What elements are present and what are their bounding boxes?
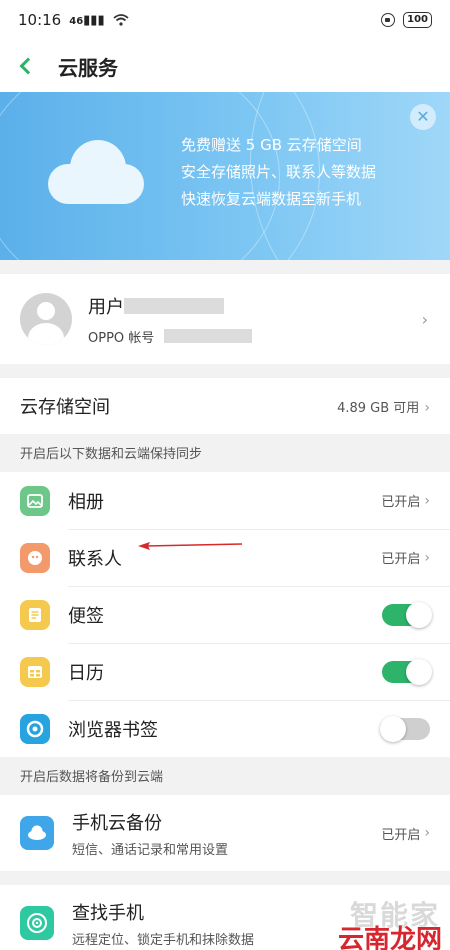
backup-status: 已开启 (381, 827, 421, 843)
close-icon[interactable]: ✕ (410, 104, 436, 130)
bookmarks-toggle[interactable] (380, 715, 430, 742)
notes-icon (20, 599, 50, 630)
calendar-icon (20, 656, 50, 687)
status-time: 10:16 (18, 11, 62, 29)
contacts-icon (20, 542, 50, 573)
account-row[interactable]: 用户 OPPO 帐号 › (0, 274, 450, 364)
storage-label: 云存储空间 (20, 397, 110, 418)
phone-backup-row[interactable]: 手机云备份 短信、通话记录和常用设置 已开启 › (0, 795, 450, 871)
sync-item-contacts[interactable]: 联系人 已开启 › (0, 529, 450, 586)
nav-bar: 云服务 (0, 40, 450, 92)
sync-item-label: 便签 (68, 605, 104, 627)
battery-icon: 100 (403, 12, 432, 28)
cloud-storage-row[interactable]: 云存储空间 4.89 GB 可用 › (0, 378, 450, 434)
promo-banner[interactable]: 免费赠送 5 GB 云存储空间 安全存储照片、联系人等数据 快速恢复云端数据至新… (0, 92, 450, 260)
sync-item-status: 已开启 (381, 495, 421, 510)
avatar (20, 293, 72, 345)
sync-item-notes[interactable]: 便签 (0, 586, 450, 643)
storage-value: 4.89 GB 可用 (337, 400, 420, 416)
wifi-icon (113, 14, 129, 26)
backup-subtitle: 短信、通话记录和常用设置 (72, 842, 229, 858)
sync-item-calendar[interactable]: 日历 (0, 643, 450, 700)
chevron-right-icon: › (424, 492, 430, 509)
sync-item-label: 浏览器书签 (68, 719, 158, 741)
sync-item-label: 日历 (68, 662, 104, 684)
browser-icon (20, 713, 50, 744)
chevron-right-icon: › (421, 309, 428, 329)
annotation-arrow-icon (138, 542, 242, 550)
sync-item-status: 已开启 (381, 552, 421, 567)
chevron-right-icon: › (424, 825, 430, 841)
cloud-backup-icon (20, 816, 54, 850)
banner-line: 快速恢复云端数据至新手机 (181, 190, 362, 208)
banner-text: 免费赠送 5 GB 云存储空间 安全存储照片、联系人等数据 快速恢复云端数据至新… (181, 132, 376, 213)
find-phone-icon (20, 906, 54, 940)
banner-line: 免费赠送 5 GB 云存储空间 (181, 136, 362, 154)
cloud-icon (48, 138, 144, 204)
backup-section-header: 开启后数据将备份到云端 (20, 770, 164, 785)
orientation-lock-icon (381, 13, 396, 27)
calendar-toggle[interactable] (382, 658, 432, 685)
sync-item-label: 相册 (68, 491, 104, 513)
account-name-redacted (124, 297, 224, 314)
brand-watermark: 云南龙网 (337, 925, 442, 950)
album-icon (20, 485, 50, 516)
account-name: 用户 (88, 296, 124, 318)
status-bar: 10:16 46▮▮▮ 100 (0, 0, 450, 40)
signal-icon: 46▮▮▮ (69, 12, 105, 28)
sync-item-album[interactable]: 相册 已开启 › (0, 472, 450, 529)
account-label: OPPO 帐号 (88, 330, 155, 346)
sync-list: 相册 已开启 › 联系人 已开启 › 便签 日历 浏览器书签 (0, 472, 450, 757)
chevron-right-icon: › (424, 549, 430, 566)
notes-toggle[interactable] (382, 601, 432, 628)
sync-item-bookmarks[interactable]: 浏览器书签 (0, 700, 450, 757)
chevron-right-icon: › (424, 399, 430, 416)
account-id-redacted (164, 329, 253, 343)
back-icon[interactable] (19, 57, 37, 75)
banner-line: 安全存储照片、联系人等数据 (181, 163, 377, 181)
sync-section-header: 开启后以下数据和云端保持同步 (20, 447, 203, 462)
backup-title: 手机云备份 (72, 812, 162, 834)
page-title: 云服务 (58, 55, 118, 80)
